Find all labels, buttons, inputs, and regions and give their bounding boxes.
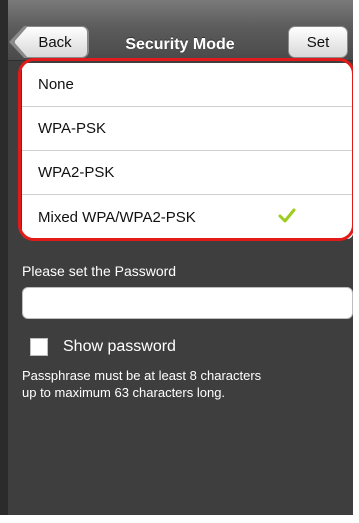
list-item-label: None [38, 76, 74, 93]
back-button-label: Back [38, 33, 72, 51]
right-frame [353, 0, 359, 523]
list-item-label: Mixed WPA/WPA2-PSK [38, 208, 196, 226]
list-item-none[interactable]: None [22, 63, 353, 107]
password-label: Please set the Password [22, 263, 177, 279]
security-mode-screen: Back Security Mode Set None WPA-PSK WPA2… [0, 0, 359, 523]
list-item-wpa2-psk[interactable]: WPA2-PSK [22, 151, 353, 195]
set-button-label: Set [306, 33, 330, 51]
list-item-label: WPA2-PSK [38, 164, 115, 181]
checkmark-icon [278, 208, 296, 223]
show-password-checkbox[interactable] [30, 338, 48, 356]
left-frame [0, 0, 8, 523]
password-field[interactable] [22, 287, 353, 319]
password-hint: Passphrase must be at least 8 characters… [22, 368, 262, 400]
list-item-wpa-psk[interactable]: WPA-PSK [22, 107, 353, 151]
list-item-label: WPA-PSK [38, 120, 107, 137]
security-mode-list: None WPA-PSK WPA2-PSK Mixed WPA/WPA2-PSK [22, 63, 353, 239]
show-password-label[interactable]: Show password [63, 338, 176, 356]
bottom-frame [0, 515, 359, 523]
list-item-mixed-wpa-wpa2-psk[interactable]: Mixed WPA/WPA2-PSK [22, 195, 353, 239]
set-button[interactable]: Set [288, 26, 348, 58]
back-button[interactable]: Back [14, 26, 88, 58]
page-title: Security Mode [125, 36, 235, 53]
